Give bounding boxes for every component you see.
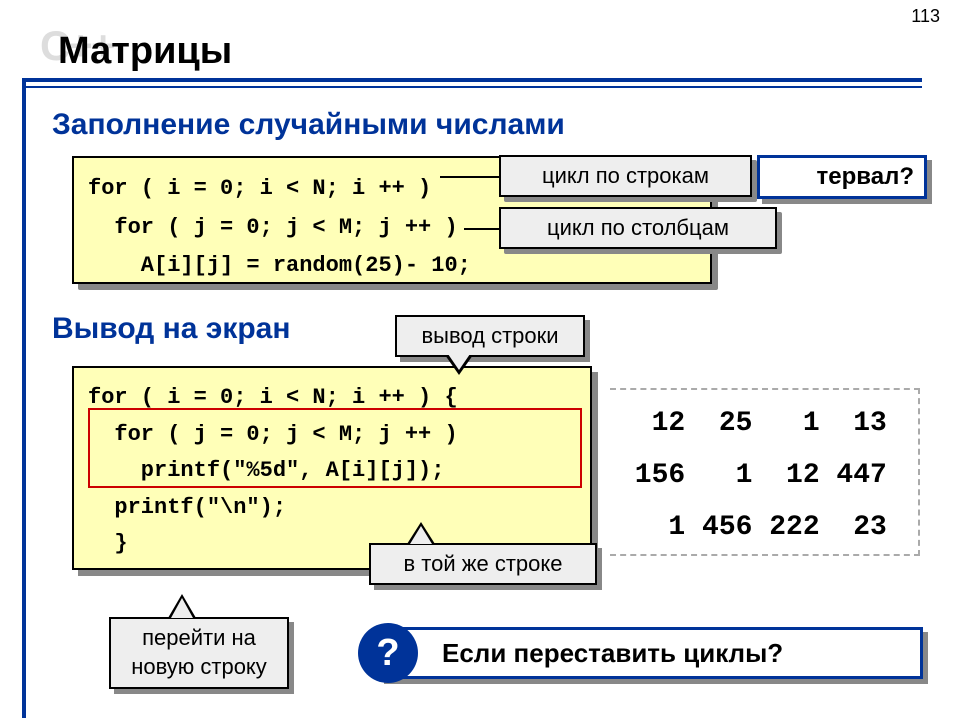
partial-question-box: тервал? <box>757 155 927 199</box>
connector-line-cols <box>464 228 500 230</box>
page-number: 113 <box>911 6 940 27</box>
callout-rowout-tail-fill <box>448 354 470 370</box>
callout-same-line: в той же строке <box>369 543 597 585</box>
connector-line-rows <box>440 176 500 178</box>
callout-rows: цикл по строкам <box>499 155 752 197</box>
callout-newline: перейти на новую строку <box>109 617 289 689</box>
section-heading-fill: Заполнение случайными числами <box>52 108 565 142</box>
slide-title: Матрицы <box>58 30 232 73</box>
callout-newline-tail-fill <box>171 598 193 618</box>
callout-cols: цикл по столбцам <box>499 207 777 249</box>
title-rule-1 <box>22 78 922 82</box>
output-sample: 12 25 1 13 156 1 12 447 1 456 222 23 <box>610 388 920 556</box>
code-box-2: for ( i = 0; i < N; i ++ ) { for ( j = 0… <box>72 366 592 570</box>
callout-sameline-tail-fill <box>410 526 432 544</box>
question-mark-icon: ? <box>358 623 418 683</box>
section-heading-output: Вывод на экран <box>52 312 291 346</box>
callout-row-output: вывод строки <box>395 315 585 357</box>
title-rule-2 <box>22 86 922 88</box>
left-rule <box>22 78 26 718</box>
question-box: Если переставить циклы? <box>379 627 923 679</box>
